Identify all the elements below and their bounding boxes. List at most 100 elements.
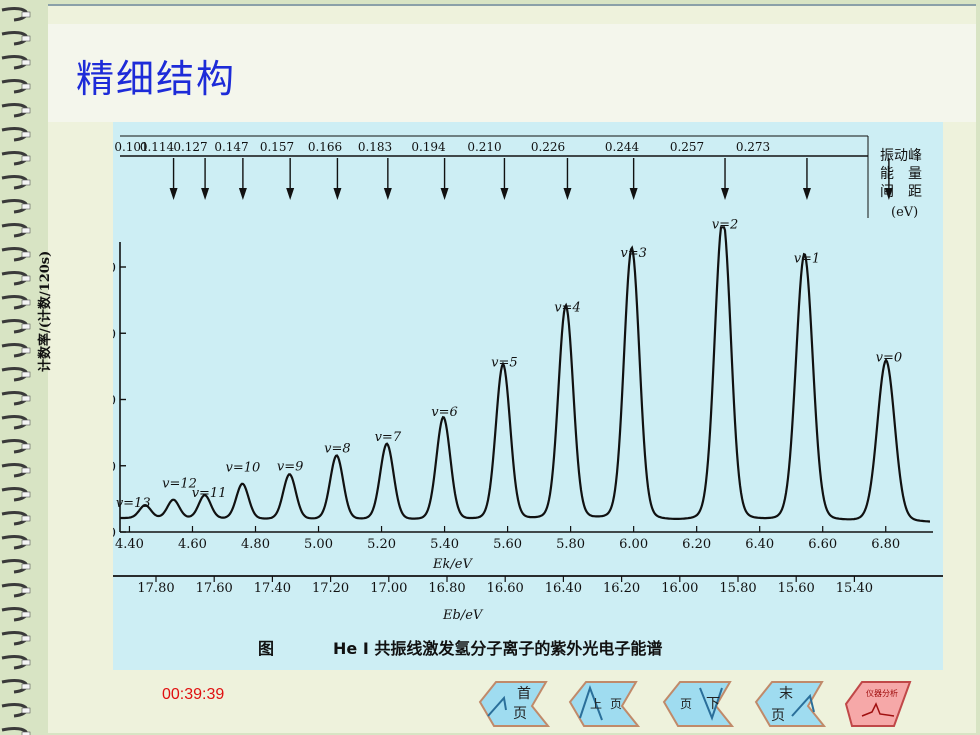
peak-label: v=8 [324,441,351,456]
peak-label: v=6 [431,405,458,420]
y-tick-label: 300 [113,327,116,342]
spiral-hole [21,275,31,282]
side-label-3: 间 距 [880,184,922,200]
eb-tick-label: 16.00 [661,581,698,596]
spiral-hole [21,299,31,306]
eb-tick-label: 15.80 [719,581,756,596]
side-label-4: (eV) [891,205,918,220]
spiral-hole [21,59,31,66]
eb-tick-label: 17.00 [370,581,407,596]
peak-label: v=0 [876,351,903,366]
next-page-button[interactable]: 页 下 [660,676,736,730]
course-logo-button[interactable]: 仪器分析 [842,676,914,730]
peak-label: v=5 [491,355,518,370]
ek-tick-label: 5.60 [493,537,522,552]
logo-text: 仪器分析 [866,688,898,698]
eb-tick-label: 17.60 [196,581,233,596]
home-button[interactable]: 首 页 [476,676,552,730]
prev-label-left: 上 [590,697,602,711]
peak-label: v=1 [794,251,821,266]
spacing-label: 0.166 [308,140,342,154]
spiral-hole [21,371,31,378]
peak-label: v=7 [375,430,402,445]
spacing-label: 0.147 [214,140,248,154]
spiral-hole [21,611,31,618]
ek-tick-label: 4.80 [241,537,270,552]
spiral-hole [21,227,31,234]
spiral-hole [21,467,31,474]
spiral-hole [21,203,31,210]
y-tick-label: 100 [113,460,116,475]
eb-tick-label: 17.20 [312,581,349,596]
spacing-label: 0.273 [736,140,770,154]
spiral-hole [21,707,31,714]
spiral-hole [21,539,31,546]
prev-label-right: 页 [610,697,622,711]
ek-tick-label: 5.40 [430,537,459,552]
spiral-hole [21,131,31,138]
prev-page-button[interactable]: 上 页 [566,676,642,730]
spiral-hole [21,659,31,666]
peak-label: v=3 [620,246,647,261]
caption-prefix: 图 [258,639,274,658]
spiral-hole [21,635,31,642]
spiral-hole [21,251,31,258]
next-label-right: 下 [706,696,720,712]
spiral-hole [21,443,31,450]
spiral-hole [21,179,31,186]
ek-tick-label: 6.60 [808,537,837,552]
spiral-hole [21,395,31,402]
eb-tick-label: 16.60 [487,581,524,596]
spiral-hole [21,683,31,690]
ek-tick-label: 5.80 [556,537,585,552]
spiral-hole [21,347,31,354]
last-label-top: 末 [779,686,793,702]
spiral-hole [21,35,31,42]
y-axis-label: 计数率/(计数/120s) [38,250,53,372]
last-page-button[interactable]: 末 页 [752,676,828,730]
ek-tick-label: 5.20 [367,537,396,552]
spacing-label: 0.183 [358,140,392,154]
figure-caption: He Ⅰ 共振线激发氢分子离子的紫外光电子能谱 [333,639,662,658]
ek-tick-label: 5.00 [304,537,333,552]
eb-tick-label: 16.20 [603,581,640,596]
peak-label: v=13 [116,496,151,511]
peak-label: v=2 [712,218,739,233]
next-label-left: 页 [680,697,692,711]
peak-label: v=10 [226,461,261,476]
slide-title: 精细结构 [76,57,237,101]
side-label-2: 能 量 [880,166,922,182]
spacing-label: 0.226 [531,140,565,154]
ek-tick-label: 4.40 [115,537,144,552]
eb-tick-label: 17.40 [254,581,291,596]
spiral-hole [21,515,31,522]
peak-label: v=11 [192,486,227,501]
figure-background [113,122,943,670]
x-axis-bottom-label: Eb/eV [442,608,484,623]
spacing-label: 0.157 [260,140,294,154]
spectrum-figure: 0.1010.114 0.127 0.147 0.157 0.166 0.183 0.194… [113,122,943,670]
side-label-1: 振动峰 [880,148,922,164]
spacing-label: 0.244 [605,140,640,154]
spacing-label: 0.210 [467,140,501,154]
spiral-hole [21,587,31,594]
elapsed-timer: 00:39:39 [162,686,225,703]
spiral-hole [21,11,31,18]
spacing-label: 0.257 [670,140,704,154]
peak-label: v=4 [554,300,581,315]
spacing-label: 0.114 [140,140,175,154]
y-tick-label: 200 [113,394,116,409]
spiral-hole [21,419,31,426]
eb-tick-label: 16.80 [428,581,465,596]
eb-tick-label: 15.60 [778,581,815,596]
eb-tick-label: 16.40 [545,581,582,596]
spiral-hole [21,83,31,90]
y-tick-label: 400 [113,261,116,276]
home-label-bottom: 页 [513,706,527,722]
spiral-hole [21,155,31,162]
ek-tick-label: 6.40 [745,537,774,552]
spiral-hole [21,323,31,330]
spacing-label: 0.194 [411,140,446,154]
eb-tick-label: 15.40 [836,581,873,596]
ek-tick-label: 6.80 [871,537,900,552]
